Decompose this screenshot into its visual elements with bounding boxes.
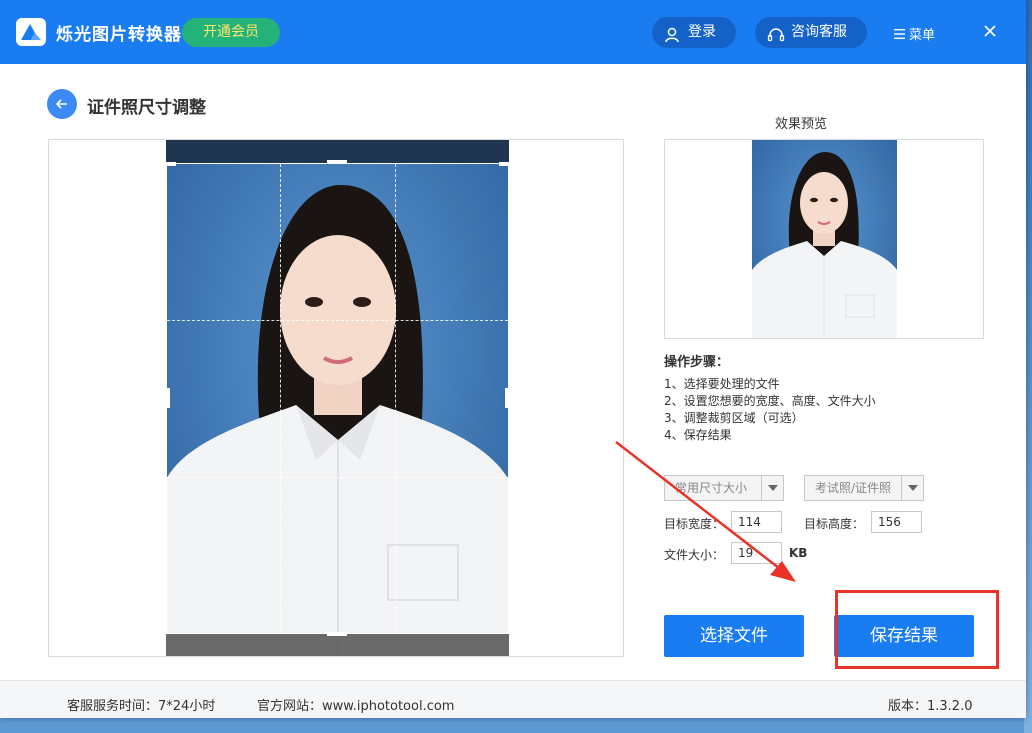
- login-label: 登录: [688, 24, 716, 40]
- preview-label: 效果预览: [775, 117, 828, 132]
- preview-panel: [664, 139, 984, 339]
- headset-icon: [767, 24, 785, 55]
- photo-type-select[interactable]: 考试照/证件照: [804, 475, 924, 501]
- size-preset-value: 常用尺寸大小: [675, 481, 748, 495]
- menu-button[interactable]: 菜单: [894, 24, 935, 43]
- crop-area[interactable]: [166, 163, 509, 634]
- photo-type-value: 考试照/证件照: [815, 481, 892, 495]
- preview-image: [752, 140, 897, 338]
- size-preset-select[interactable]: 常用尺寸大小: [664, 475, 784, 501]
- close-icon[interactable]: [982, 23, 998, 39]
- grid-line: [395, 164, 396, 633]
- width-label: 目标宽度：: [664, 517, 725, 531]
- crop-handle-bottom[interactable]: [327, 632, 347, 636]
- crop-handle-corner[interactable]: [166, 162, 176, 166]
- chevron-down-icon: [761, 476, 783, 500]
- crop-handle-top[interactable]: [327, 160, 347, 164]
- choose-file-button[interactable]: 选择文件: [664, 615, 804, 657]
- page-title: 证件照尺寸调整: [87, 98, 206, 118]
- filesize-label: 文件大小：: [664, 548, 725, 562]
- crop-handle-corner[interactable]: [499, 162, 509, 166]
- customer-service-button[interactable]: 咨询客服: [755, 17, 867, 48]
- service-label: 咨询客服: [791, 24, 847, 40]
- user-icon: [664, 24, 680, 55]
- width-input[interactable]: 114: [731, 511, 782, 533]
- filesize-input[interactable]: 19: [731, 542, 782, 564]
- steps-title: 操作步骤：: [664, 355, 730, 370]
- grid-line: [167, 477, 508, 478]
- step-item: 4、保存结果: [664, 428, 732, 442]
- chevron-down-icon: [901, 476, 923, 500]
- grid-line: [167, 320, 508, 321]
- crop-mask-bottom: [166, 634, 509, 656]
- arrow-left-icon: [55, 99, 67, 109]
- footer: 客服服务时间：7*24小时 官方网站：www.iphototool.com 版本…: [0, 680, 1026, 718]
- version-label: 版本：1.3.2.0: [888, 699, 973, 714]
- website-link[interactable]: 官方网站：www.iphototool.com: [257, 695, 454, 714]
- service-hours: 客服服务时间：7*24小时: [67, 699, 216, 714]
- title-bar: 烁光图片转换器 开通会员 登录 咨询客服 菜单: [0, 0, 1026, 64]
- height-label: 目标高度：: [804, 517, 865, 531]
- photo-canvas: [166, 140, 509, 656]
- app-title: 烁光图片转换器: [56, 25, 182, 45]
- app-window: 烁光图片转换器 开通会员 登录 咨询客服 菜单 证件照尺寸调整 效果预览 操作步…: [0, 0, 1026, 718]
- app-logo-icon: [16, 18, 46, 46]
- step-item: 2、设置您想要的宽度、高度、文件大小: [664, 394, 876, 408]
- crop-handle-left[interactable]: [166, 388, 170, 408]
- menu-label: 菜单: [909, 28, 936, 43]
- login-button[interactable]: 登录: [652, 17, 736, 48]
- annotation-highlight-box: [835, 590, 999, 669]
- back-button[interactable]: [47, 89, 77, 119]
- filesize-unit: KB: [789, 546, 808, 560]
- height-input[interactable]: 156: [871, 511, 922, 533]
- hamburger-icon: [894, 28, 905, 43]
- crop-handle-right[interactable]: [505, 388, 509, 408]
- grid-line: [280, 164, 281, 633]
- crop-editor: [48, 139, 624, 657]
- vip-button[interactable]: 开通会员: [182, 18, 280, 47]
- step-item: 1、选择要处理的文件: [664, 377, 780, 391]
- step-item: 3、调整裁剪区域（可选）: [664, 411, 804, 425]
